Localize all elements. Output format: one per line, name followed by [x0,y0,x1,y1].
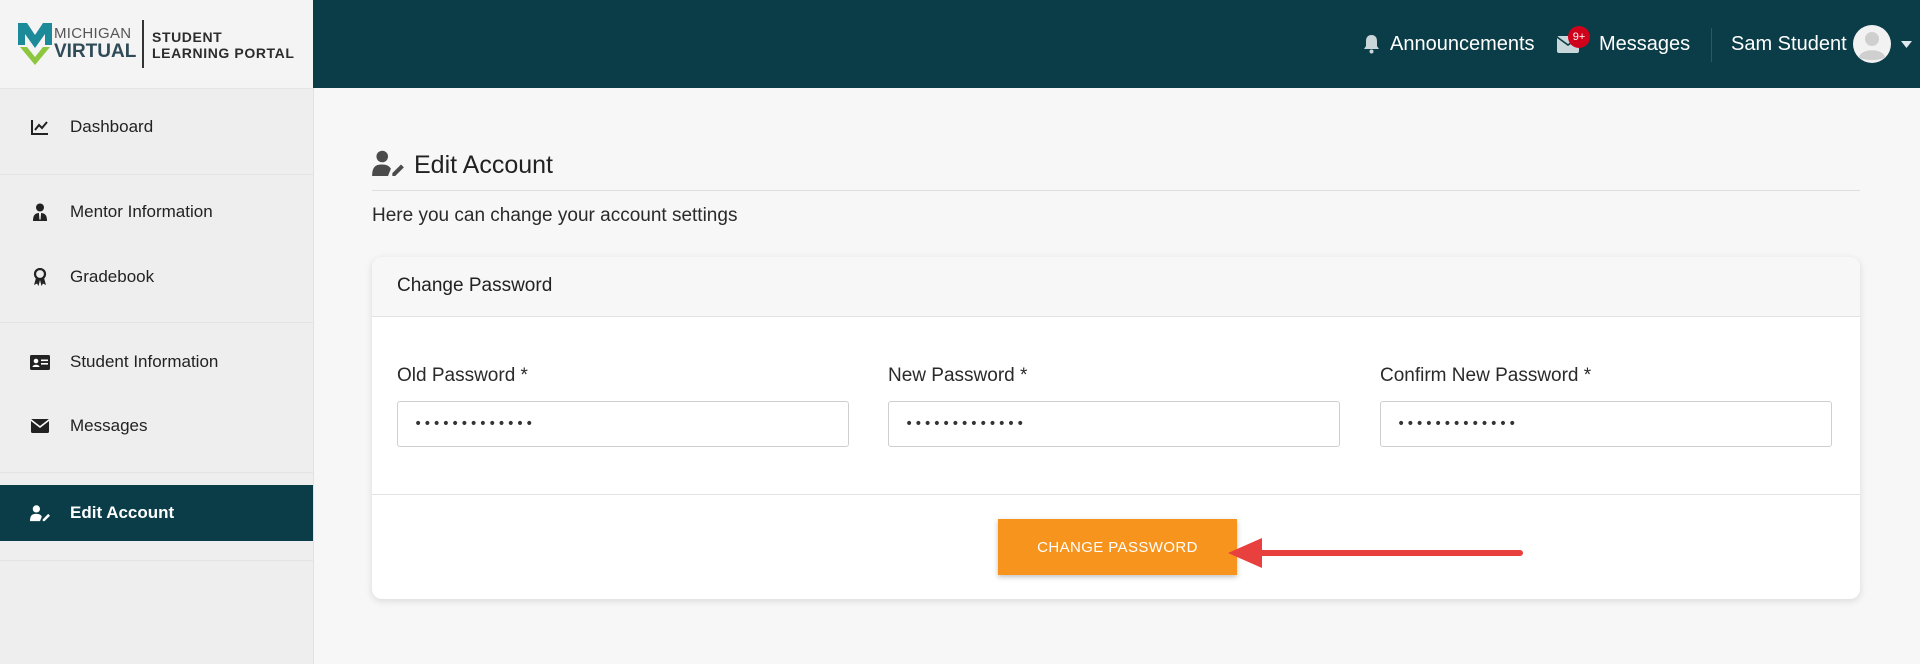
sidebar-item-label: Gradebook [70,267,155,286]
user-tie-icon [30,202,50,222]
logo-wordmark: MICHIGAN VIRTUAL [54,26,136,61]
card-title: Change Password [397,275,553,296]
page-title: Edit Account [414,151,553,179]
sidebar-item-edit-account[interactable]: Edit Account [0,485,313,541]
confirm-password-label: Confirm New Password * [1380,365,1592,386]
top-navbar: Announcements Messages 9+ Sam Student [313,0,1920,88]
id-card-icon [30,352,50,372]
logo[interactable]: MICHIGAN VIRTUAL STUDENT LEARNING PORTAL [0,0,313,89]
chevron-down-icon [1900,40,1912,48]
change-password-button[interactable]: CHANGE PASSWORD [998,519,1237,575]
sidebar-divider [0,322,313,323]
logo-portal-name: STUDENT LEARNING PORTAL [152,29,295,61]
sidebar-divider [0,174,313,175]
new-password-label: New Password * [888,365,1028,386]
confirm-password-field[interactable] [1380,401,1832,447]
announcements-link[interactable]: Announcements [1363,0,1535,88]
sidebar-item-mentor-information[interactable]: Mentor Information [0,184,313,240]
new-password-field[interactable] [888,401,1340,447]
sidebar-item-messages[interactable]: Messages [0,398,313,454]
michigan-virtual-logo-mark [18,23,52,65]
old-password-field[interactable] [397,401,849,447]
logo-portal-line2: LEARNING PORTAL [152,45,295,62]
announcements-label: Announcements [1390,32,1535,55]
messages-label: Messages [1599,32,1691,55]
user-name: Sam Student [1731,32,1847,55]
sidebar-item-label: Edit Account [70,503,175,522]
sidebar-item-student-information[interactable]: Student Information [0,334,313,390]
page-header: Edit Account [372,148,1860,191]
chart-line-icon [30,117,50,137]
card-divider [372,494,1860,495]
sidebar-item-label: Dashboard [70,117,154,136]
messages-count-badge: 9+ [1568,26,1590,48]
bell-icon [1363,34,1380,54]
avatar [1852,25,1891,63]
logo-brand-line1: MICHIGAN [54,25,132,42]
page-subtitle: Here you can change your account setting… [372,205,738,226]
navbar-divider [1711,28,1712,62]
envelope-icon [30,416,50,436]
user-edit-icon [30,503,50,523]
change-password-card: Change Password Old Password * New Passw… [372,257,1860,599]
award-icon [30,267,50,287]
logo-brand-line2: VIRTUAL [54,41,137,62]
sidebar: MICHIGAN VIRTUAL STUDENT LEARNING PORTAL… [0,0,314,664]
sidebar-item-label: Student Information [70,352,219,371]
sidebar-divider [0,560,313,561]
sidebar-item-dashboard[interactable]: Dashboard [0,99,313,155]
sidebar-item-label: Messages [70,416,148,435]
annotation-arrow-icon [1228,538,1523,568]
old-password-label: Old Password * [397,365,528,386]
sidebar-item-gradebook[interactable]: Gradebook [0,249,313,305]
sidebar-divider [0,472,313,473]
sidebar-item-label: Mentor Information [70,202,213,221]
user-edit-icon [372,150,404,181]
logo-portal-line1: STUDENT [152,29,223,45]
card-header: Change Password [372,257,1860,317]
user-menu[interactable]: Sam Student [1731,0,1912,88]
logo-divider [142,20,144,68]
